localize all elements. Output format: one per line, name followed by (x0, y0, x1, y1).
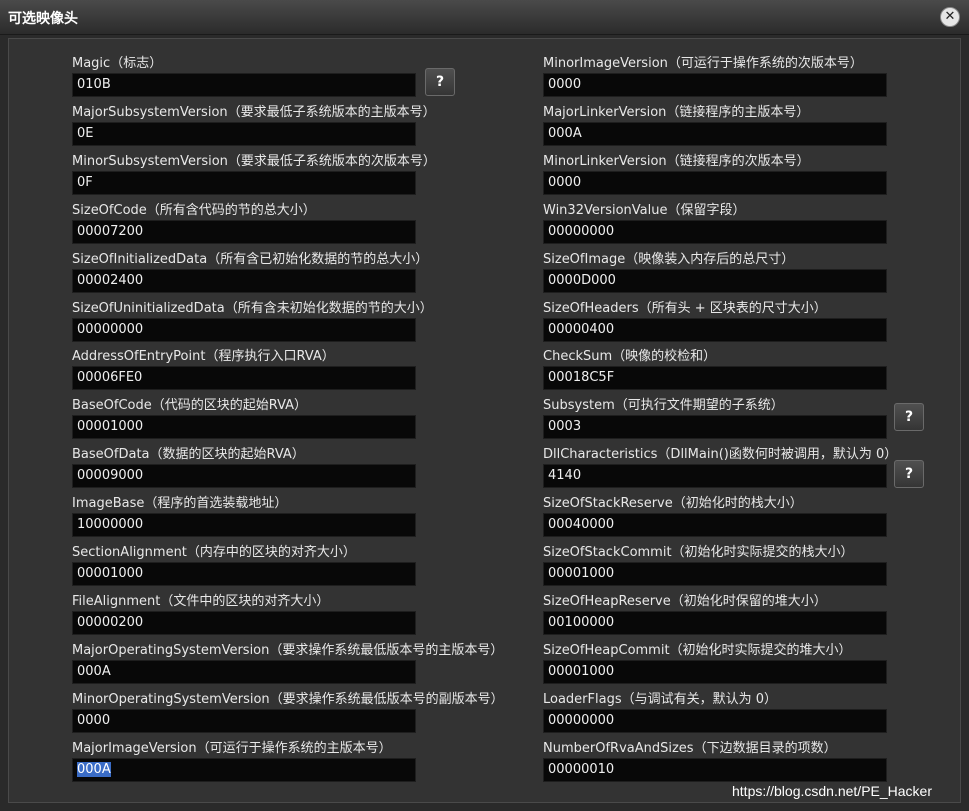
file-alignment-input[interactable]: 00000200 (72, 611, 416, 635)
major-image-version-value: 000A (77, 762, 111, 777)
major-operating-system-version-label: MajorOperatingSystemVersion（要求操作系统最低版本号的… (72, 643, 504, 658)
number-of-rva-and-sizes-label: NumberOfRvaAndSizes（下边数据目录的项数） (543, 741, 837, 756)
major-linker-version-label: MajorLinkerVersion（链接程序的主版本号） (543, 105, 810, 120)
size-of-headers-label: SizeOfHeaders（所有头 + 区块表的尺寸大小） (543, 301, 827, 316)
major-image-version-input[interactable]: 000A (72, 758, 416, 782)
dll-characteristics-help-button[interactable]: ? (894, 460, 924, 488)
size-of-stack-reserve-value: 00040000 (548, 517, 615, 532)
size-of-initialized-data-value: 00002400 (77, 273, 144, 288)
number-of-rva-and-sizes-input[interactable]: 00000010 (543, 758, 887, 782)
subsystem-input[interactable]: 0003 (543, 415, 887, 439)
check-sum-value: 00018C5F (548, 370, 615, 385)
major-subsystem-version-label: MajorSubsystemVersion（要求最低子系统版本的主版本号） (72, 105, 436, 120)
size-of-initialized-data-label: SizeOfInitializedData（所有含已初始化数据的节的总大小） (72, 252, 429, 267)
major-subsystem-version-input[interactable]: 0E (72, 122, 416, 146)
win32-version-value-value: 00000000 (548, 224, 615, 239)
minor-image-version-value: 0000 (548, 77, 582, 92)
size-of-headers-value: 00000400 (548, 322, 615, 337)
major-linker-version-input[interactable]: 000A (543, 122, 887, 146)
size-of-stack-commit-label: SizeOfStackCommit（初始化时实际提交的栈大小） (543, 545, 854, 560)
size-of-heap-reserve-input[interactable]: 00100000 (543, 611, 887, 635)
base-of-data-value: 00009000 (77, 468, 144, 483)
size-of-stack-reserve-label: SizeOfStackReserve（初始化时的栈大小） (543, 496, 803, 511)
image-base-input[interactable]: 10000000 (72, 513, 416, 537)
minor-linker-version-input[interactable]: 0000 (543, 171, 887, 195)
size-of-heap-commit-value: 00001000 (548, 664, 615, 679)
section-alignment-input[interactable]: 00001000 (72, 562, 416, 586)
loader-flags-input[interactable]: 00000000 (543, 709, 887, 733)
number-of-rva-and-sizes-value: 00000010 (548, 762, 615, 777)
subsystem-value: 0003 (548, 419, 582, 434)
loader-flags-value: 00000000 (548, 713, 615, 728)
check-sum-input[interactable]: 00018C5F (543, 366, 887, 390)
address-of-entry-point-value: 00006FE0 (77, 370, 143, 385)
size-of-code-input[interactable]: 00007200 (72, 220, 416, 244)
size-of-stack-reserve-input[interactable]: 00040000 (543, 513, 887, 537)
minor-linker-version-value: 0000 (548, 175, 582, 190)
loader-flags-label: LoaderFlags（与调试有关，默认为 0） (543, 692, 778, 707)
size-of-uninitialized-data-input[interactable]: 00000000 (72, 318, 416, 342)
base-of-code-input[interactable]: 00001000 (72, 415, 416, 439)
size-of-heap-reserve-label: SizeOfHeapReserve（初始化时保留的堆大小） (543, 594, 827, 609)
size-of-headers-input[interactable]: 00000400 (543, 318, 887, 342)
size-of-code-value: 00007200 (77, 224, 144, 239)
subsystem-label: Subsystem（可执行文件期望的子系统） (543, 398, 784, 413)
dll-characteristics-label: DllCharacteristics（DllMain()函数何时被调用，默认为 … (543, 447, 898, 462)
dll-characteristics-value: 4140 (548, 468, 582, 483)
minor-subsystem-version-input[interactable]: 0F (72, 171, 416, 195)
image-base-label: ImageBase（程序的首选装载地址） (72, 496, 288, 511)
major-linker-version-value: 000A (548, 126, 582, 141)
magic-input[interactable]: 010B (72, 73, 416, 97)
base-of-data-input[interactable]: 00009000 (72, 464, 416, 488)
section-alignment-label: SectionAlignment（内存中的区块的对齐大小） (72, 545, 356, 560)
size-of-uninitialized-data-value: 00000000 (77, 322, 144, 337)
size-of-stack-commit-value: 00001000 (548, 566, 615, 581)
win32-version-value-input[interactable]: 00000000 (543, 220, 887, 244)
minor-image-version-label: MinorImageVersion（可运行于操作系统的次版本号） (543, 56, 863, 71)
size-of-image-input[interactable]: 0000D000 (543, 269, 887, 293)
size-of-image-label: SizeOfImage（映像装入内存后的总尺寸） (543, 252, 795, 267)
major-image-version-label: MajorImageVersion（可运行于操作系统的主版本号） (72, 741, 392, 756)
minor-subsystem-version-value: 0F (77, 175, 93, 190)
subsystem-help-button[interactable]: ? (894, 403, 924, 431)
base-of-code-label: BaseOfCode（代码的区块的起始RVA） (72, 398, 308, 413)
file-alignment-label: FileAlignment（文件中的区块的对齐大小） (72, 594, 330, 609)
check-sum-label: CheckSum（映像的校检和） (543, 349, 717, 364)
image-base-value: 10000000 (77, 517, 144, 532)
minor-image-version-input[interactable]: 0000 (543, 73, 887, 97)
win32-version-value-label: Win32VersionValue（保留字段） (543, 203, 746, 218)
size-of-image-value: 0000D000 (548, 273, 616, 288)
minor-operating-system-version-value: 0000 (77, 713, 111, 728)
watermark-text: https://blog.csdn.net/PE_Hacker (732, 783, 932, 799)
minor-subsystem-version-label: MinorSubsystemVersion（要求最低子系统版本的次版本号） (72, 154, 436, 169)
close-icon[interactable]: ✕ (940, 7, 960, 27)
base-of-data-label: BaseOfData（数据的区块的起始RVA） (72, 447, 305, 462)
minor-operating-system-version-label: MinorOperatingSystemVersion（要求操作系统最低版本号的… (72, 692, 504, 707)
size-of-initialized-data-input[interactable]: 00002400 (72, 269, 416, 293)
size-of-uninitialized-data-label: SizeOfUninitializedData（所有含未初始化数据的节的大小） (72, 301, 433, 316)
address-of-entry-point-input[interactable]: 00006FE0 (72, 366, 416, 390)
major-operating-system-version-value: 000A (77, 664, 111, 679)
magic-label: Magic（标志） (72, 56, 163, 71)
major-operating-system-version-input[interactable]: 000A (72, 660, 416, 684)
address-of-entry-point-label: AddressOfEntryPoint（程序执行入口RVA） (72, 349, 335, 364)
minor-operating-system-version-input[interactable]: 0000 (72, 709, 416, 733)
section-alignment-value: 00001000 (77, 566, 144, 581)
dll-characteristics-input[interactable]: 4140 (543, 464, 887, 488)
base-of-code-value: 00001000 (77, 419, 144, 434)
title-bar: 可选映像头 ✕ (0, 0, 969, 35)
magic-help-button[interactable]: ? (425, 68, 455, 96)
size-of-code-label: SizeOfCode（所有含代码的节的总大小） (72, 203, 316, 218)
minor-linker-version-label: MinorLinkerVersion（链接程序的次版本号） (543, 154, 810, 169)
window-title: 可选映像头 (8, 11, 78, 27)
size-of-heap-commit-input[interactable]: 00001000 (543, 660, 887, 684)
file-alignment-value: 00000200 (77, 615, 144, 630)
size-of-heap-commit-label: SizeOfHeapCommit（初始化时实际提交的堆大小） (543, 643, 852, 658)
major-subsystem-version-value: 0E (77, 126, 94, 141)
size-of-stack-commit-input[interactable]: 00001000 (543, 562, 887, 586)
magic-value: 010B (77, 77, 111, 92)
size-of-heap-reserve-value: 00100000 (548, 615, 615, 630)
